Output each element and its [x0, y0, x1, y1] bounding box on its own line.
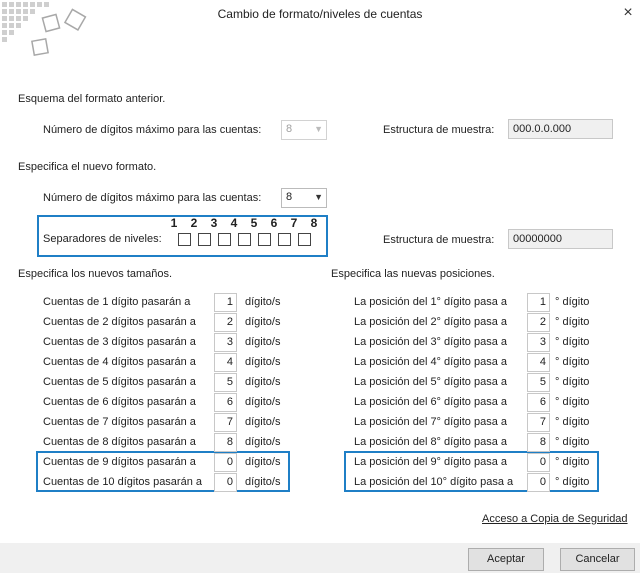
old-max-digits-select: 8 ▼	[281, 120, 327, 140]
positions-row-unit: ° dígito	[555, 356, 590, 368]
sizes-row-input[interactable]: 4	[214, 353, 237, 372]
positions-row-input[interactable]: 0	[527, 453, 550, 472]
separator-checkbox-4[interactable]	[238, 233, 251, 246]
positions-section-title: Especifica las nuevas posiciones.	[331, 268, 495, 280]
chevron-down-icon: ▼	[314, 124, 323, 134]
new-sample-label: Estructura de muestra:	[383, 234, 495, 246]
new-max-digits-label: Número de dígitos máximo para las cuenta…	[43, 192, 262, 204]
separator-checkbox-2[interactable]	[198, 233, 211, 246]
positions-row-input[interactable]: 2	[527, 313, 550, 332]
positions-row-input[interactable]: 0	[527, 473, 550, 492]
positions-row-label: La posición del 6° dígito pasa a	[354, 396, 508, 408]
positions-row-unit: ° dígito	[555, 476, 590, 488]
old-format-section-title: Esquema del formato anterior.	[18, 93, 166, 105]
chevron-down-icon: ▼	[314, 192, 323, 202]
positions-row-unit: ° dígito	[555, 416, 590, 428]
level-number: 2	[190, 216, 198, 230]
sizes-row-label: Cuentas de 10 dígitos pasarán a	[43, 476, 203, 488]
sizes-row-unit: dígito/s	[245, 296, 281, 308]
separator-checkbox-7[interactable]	[298, 233, 311, 246]
sizes-section-title: Especifica los nuevos tamaños.	[18, 268, 173, 280]
positions-row-label: La posición del 10° dígito pasa a	[354, 476, 514, 488]
new-sample-field: 00000000	[508, 229, 613, 249]
level-number: 6	[270, 216, 278, 230]
positions-row-label: La posición del 1° dígito pasa a	[354, 296, 508, 308]
sizes-row-unit: dígito/s	[245, 396, 281, 408]
positions-row-unit: ° dígito	[555, 336, 590, 348]
sizes-row-input[interactable]: 0	[214, 473, 237, 492]
sizes-row-unit: dígito/s	[245, 336, 281, 348]
positions-row-label: La posición del 5° dígito pasa a	[354, 376, 508, 388]
sizes-row-unit: dígito/s	[245, 316, 281, 328]
positions-row-label: La posición del 3° dígito pasa a	[354, 336, 508, 348]
old-sample-field: 000.0.0.000	[508, 119, 613, 139]
sizes-row-label: Cuentas de 2 dígitos pasarán a	[43, 316, 196, 328]
old-max-digits-value: 8	[286, 123, 293, 135]
sizes-row-label: Cuentas de 3 dígitos pasarán a	[43, 336, 196, 348]
positions-row-unit: ° dígito	[555, 316, 590, 328]
positions-row-input[interactable]: 7	[527, 413, 550, 432]
sizes-row-input[interactable]: 8	[214, 433, 237, 452]
positions-row-input[interactable]: 4	[527, 353, 550, 372]
sizes-row-label: Cuentas de 8 dígitos pasarán a	[43, 436, 196, 448]
sizes-row-input[interactable]: 6	[214, 393, 237, 412]
cancel-button[interactable]: Cancelar	[560, 548, 635, 571]
level-number: 1	[170, 216, 178, 230]
sizes-row-input[interactable]: 1	[214, 293, 237, 312]
sizes-row-unit: dígito/s	[245, 436, 281, 448]
backup-link[interactable]: Acceso a Copia de Seguridad	[482, 513, 628, 525]
footer-bar	[0, 543, 640, 573]
positions-row-unit: ° dígito	[555, 456, 590, 468]
positions-row-unit: ° dígito	[555, 396, 590, 408]
positions-row-input[interactable]: 1	[527, 293, 550, 312]
level-number: 3	[210, 216, 218, 230]
sizes-row-unit: dígito/s	[245, 356, 281, 368]
separator-checkbox-3[interactable]	[218, 233, 231, 246]
positions-row-input[interactable]: 6	[527, 393, 550, 412]
sizes-row-label: Cuentas de 6 dígitos pasarán a	[43, 396, 196, 408]
separator-checkbox-6[interactable]	[278, 233, 291, 246]
sizes-row-unit: dígito/s	[245, 456, 281, 468]
sizes-row-unit: dígito/s	[245, 376, 281, 388]
new-format-section-title: Especifica el nuevo formato.	[18, 161, 157, 173]
positions-row-unit: ° dígito	[555, 296, 590, 308]
new-max-digits-select[interactable]: 8 ▼	[281, 188, 327, 208]
accept-button[interactable]: Aceptar	[468, 548, 544, 571]
level-number: 7	[290, 216, 298, 230]
close-icon[interactable]: ×	[618, 2, 638, 24]
old-sample-label: Estructura de muestra:	[383, 124, 495, 136]
sizes-row-input[interactable]: 0	[214, 453, 237, 472]
separator-checkbox-1[interactable]	[178, 233, 191, 246]
positions-row-unit: ° dígito	[555, 376, 590, 388]
sizes-row-input[interactable]: 3	[214, 333, 237, 352]
positions-row-label: La posición del 4° dígito pasa a	[354, 356, 508, 368]
sizes-row-unit: dígito/s	[245, 416, 281, 428]
positions-row-unit: ° dígito	[555, 436, 590, 448]
separators-label: Separadores de niveles:	[43, 233, 162, 245]
separator-checkbox-5[interactable]	[258, 233, 271, 246]
sizes-row-label: Cuentas de 1 dígito pasarán a	[43, 296, 191, 308]
sizes-row-label: Cuentas de 9 dígitos pasarán a	[43, 456, 196, 468]
level-number: 4	[230, 216, 238, 230]
positions-row-label: La posición del 9° dígito pasa a	[354, 456, 508, 468]
old-max-digits-label: Número de dígitos máximo para las cuenta…	[43, 124, 262, 136]
positions-row-input[interactable]: 3	[527, 333, 550, 352]
sizes-row-unit: dígito/s	[245, 476, 281, 488]
positions-row-input[interactable]: 8	[527, 433, 550, 452]
positions-row-label: La posición del 8° dígito pasa a	[354, 436, 508, 448]
positions-row-input[interactable]: 5	[527, 373, 550, 392]
level-number: 8	[310, 216, 318, 230]
positions-row-label: La posición del 2° dígito pasa a	[354, 316, 508, 328]
sizes-row-label: Cuentas de 7 dígitos pasarán a	[43, 416, 196, 428]
window-title: Cambio de formato/niveles de cuentas	[217, 7, 423, 21]
sizes-row-input[interactable]: 2	[214, 313, 237, 332]
sizes-row-input[interactable]: 7	[214, 413, 237, 432]
sizes-row-label: Cuentas de 5 dígitos pasarán a	[43, 376, 196, 388]
new-max-digits-value: 8	[286, 191, 293, 203]
sizes-row-input[interactable]: 5	[214, 373, 237, 392]
sizes-row-label: Cuentas de 4 dígitos pasarán a	[43, 356, 196, 368]
level-number: 5	[250, 216, 258, 230]
positions-row-label: La posición del 7° dígito pasa a	[354, 416, 508, 428]
